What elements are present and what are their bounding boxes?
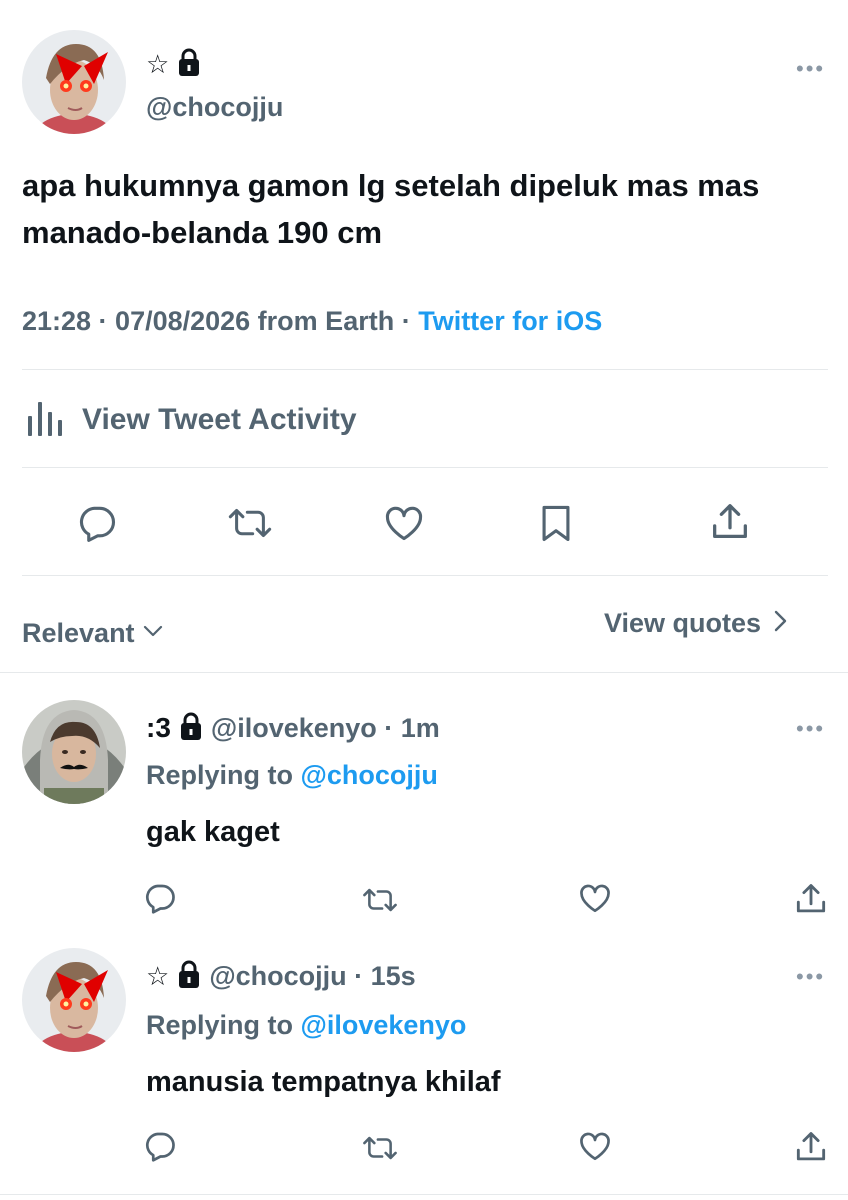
retweet-icon [225, 501, 275, 545]
view-quotes-label: View quotes [604, 608, 762, 638]
heart-icon [381, 501, 427, 545]
reply-handle-time[interactable]: @chocojju · 15s [209, 961, 415, 992]
chevron-down-icon [141, 619, 165, 648]
share-button[interactable] [790, 878, 832, 920]
bookmark-button[interactable] [530, 498, 582, 548]
reply-handle-time[interactable]: @ilovekenyo · 1m [211, 713, 440, 744]
bar-chart-icon [24, 398, 64, 443]
retweet-button[interactable] [358, 880, 402, 920]
reply-more-options-button[interactable]: ••• [796, 966, 825, 988]
reply-button[interactable] [140, 1126, 180, 1166]
view-tweet-activity-label: View Tweet Activity [82, 403, 357, 436]
author-display-name[interactable]: ☆ [146, 49, 169, 80]
share-icon [792, 880, 830, 918]
divider [22, 575, 828, 576]
tweet-meta: 21:28 · 07/08/2026 from Earth · Twitter … [22, 306, 602, 337]
replying-to: Replying to @chocojju [146, 760, 438, 791]
like-button[interactable] [378, 498, 430, 548]
reply-avatar[interactable] [22, 700, 126, 804]
replying-to-prefix: Replying to [146, 760, 301, 790]
heart-icon [576, 1128, 614, 1164]
reply-button[interactable] [140, 878, 180, 918]
divider [22, 467, 828, 468]
chevron-right-icon [771, 608, 789, 639]
tweet-client-link[interactable]: Twitter for iOS [418, 306, 602, 336]
reply-avatar[interactable] [22, 948, 126, 1052]
lock-icon [177, 47, 201, 82]
divider [22, 369, 828, 370]
bookmark-icon [534, 501, 578, 545]
divider [0, 672, 848, 673]
author-name-row: ☆ [146, 46, 201, 82]
more-options-button[interactable]: ••• [796, 58, 825, 80]
reply-header: :3 @ilovekenyo · 1m [146, 708, 440, 748]
retweet-button[interactable] [222, 498, 278, 548]
lock-icon [179, 711, 203, 746]
sort-relevant-label: Relevant [22, 618, 135, 648]
divider [0, 1194, 848, 1195]
like-button[interactable] [574, 1126, 616, 1166]
view-quotes-link[interactable]: View quotes [604, 608, 789, 639]
reply-icon [142, 880, 178, 916]
retweet-button[interactable] [358, 1128, 402, 1168]
author-handle[interactable]: @chocojju [146, 92, 283, 123]
tweet-timestamp: 21:28 · 07/08/2026 from Earth · [22, 306, 419, 336]
sort-relevant-dropdown[interactable]: Relevant [22, 618, 165, 649]
replying-to-link[interactable]: @ilovekenyo [301, 1010, 467, 1040]
reply-more-options-button[interactable]: ••• [796, 718, 825, 740]
reply-display-name[interactable]: ☆ [146, 961, 169, 992]
share-icon [792, 1128, 830, 1166]
tweet-text: apa hukumnya gamon lg setelah dipeluk ma… [22, 168, 760, 250]
replying-to-link[interactable]: @chocojju [301, 760, 438, 790]
lock-icon [177, 959, 201, 994]
author-avatar[interactable] [22, 30, 126, 134]
share-button[interactable] [790, 1126, 832, 1168]
reply-icon [75, 501, 119, 545]
reply-button[interactable] [72, 498, 122, 548]
reply-text: manusia tempatnya khilaf [146, 1066, 501, 1098]
replying-to-prefix: Replying to [146, 1010, 301, 1040]
reply-text: gak kaget [146, 816, 280, 848]
retweet-icon [360, 883, 400, 917]
reply-header: ☆ @chocojju · 15s [146, 956, 416, 996]
like-button[interactable] [574, 878, 616, 918]
retweet-icon [360, 1131, 400, 1165]
share-button[interactable] [704, 496, 756, 548]
view-tweet-activity[interactable]: View Tweet Activity [24, 400, 357, 440]
share-icon [707, 499, 753, 545]
reply-display-name[interactable]: :3 [146, 712, 171, 744]
reply-icon [142, 1128, 178, 1164]
replying-to: Replying to @ilovekenyo [146, 1010, 466, 1041]
heart-icon [576, 880, 614, 916]
